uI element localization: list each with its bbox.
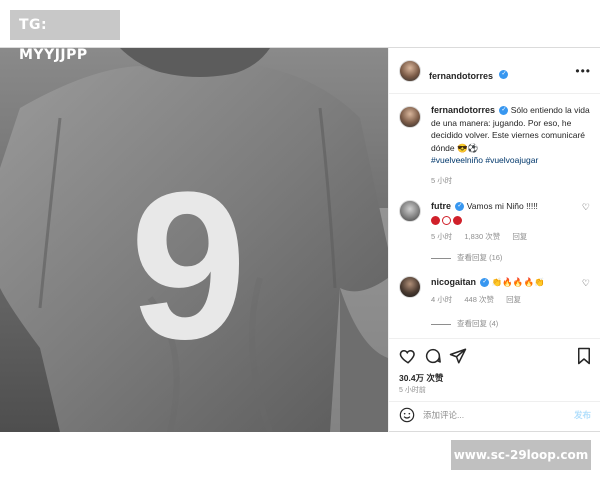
comment: nicogaitan ✓ 👏🔥🔥🔥👏 ♡ 4 小时 448 次赞 回复 查看回复… xyxy=(399,274,594,334)
caption-text: fernandotorres ✓ Sólo entiendo la vida d… xyxy=(431,104,591,187)
post-time: 5 小时前 xyxy=(399,387,426,394)
view-replies-button[interactable]: 查看回复 (16) xyxy=(431,252,502,263)
comment-emojis xyxy=(431,214,571,226)
watermark-top: TG: MYYJJPP xyxy=(10,10,120,63)
more-horizontal-icon[interactable]: ••• xyxy=(575,64,591,78)
verified-badge-icon: ✓ xyxy=(480,278,490,288)
share-icon[interactable] xyxy=(449,347,467,365)
caption-username[interactable]: fernandotorres xyxy=(431,105,495,115)
comment-username[interactable]: nicogaitan xyxy=(431,277,476,287)
comment-username[interactable]: futre xyxy=(431,201,451,211)
bookmark-icon[interactable] xyxy=(575,347,593,365)
likes-count[interactable]: 30.4万 次赞 xyxy=(399,372,443,384)
author-username[interactable]: fernandotorres xyxy=(429,71,493,81)
add-comment-bar: 添加评论... 发布 xyxy=(389,401,600,427)
post-header: fernandotorres ✓ ••• xyxy=(389,48,600,94)
post-comment-button[interactable]: 发布 xyxy=(574,409,591,421)
reply-button[interactable]: 回复 xyxy=(506,295,521,304)
comment-likes[interactable]: 448 次赞 xyxy=(464,295,494,304)
comment-meta: 4 小时 448 次赞 回复 xyxy=(431,294,531,305)
post-actions: 30.4万 次赞 5 小时前 添加评论... 发布 xyxy=(389,338,600,428)
comment-meta: 5 小时 1,830 次赞 回复 xyxy=(431,231,537,242)
comment-body: Vamos mi Niño !!!!! xyxy=(466,201,538,211)
verified-badge-icon: ✓ xyxy=(455,202,465,212)
commenter-avatar[interactable] xyxy=(399,200,421,222)
post-side-panel: fernandotorres ✓ ••• fernandotorres ✓ Só… xyxy=(388,48,600,432)
caption-emojis: 😎⚽ xyxy=(457,142,479,153)
comment-time: 4 小时 xyxy=(431,295,453,304)
verified-badge-icon: ✓ xyxy=(499,106,509,116)
verified-badge-icon: ✓ xyxy=(499,70,509,80)
comment-likes[interactable]: 1,830 次赞 xyxy=(464,232,500,241)
comment-text: futre ✓ Vamos mi Niño !!!!! xyxy=(431,200,571,226)
comment: futre ✓ Vamos mi Niño !!!!! ♡ 5 小时 1,830… xyxy=(399,198,594,268)
view-replies-button[interactable]: 查看回复 (4) xyxy=(431,318,498,329)
watermark-bottom: www.sc-29loop.com xyxy=(451,440,591,470)
jersey-photo-art: 9 xyxy=(0,48,388,432)
commenter-avatar[interactable] xyxy=(399,276,421,298)
caption-hashtags[interactable]: #vuelveelniño #vuelvoajugar xyxy=(431,155,538,165)
comment-emojis: 👏🔥🔥🔥👏 xyxy=(491,277,545,287)
heart-icon[interactable] xyxy=(399,347,417,365)
comment-time: 5 小时 xyxy=(431,232,453,241)
jersey-number: 9 xyxy=(130,148,247,383)
instagram-post: 9 fernandotorres ✓ ••• fernandotorres ✓ … xyxy=(0,47,600,432)
smile-icon[interactable] xyxy=(399,407,415,423)
comment-input[interactable]: 添加评论... xyxy=(423,409,464,421)
comment-icon[interactable] xyxy=(424,347,442,365)
post-photo[interactable]: 9 xyxy=(0,48,388,432)
author-avatar[interactable] xyxy=(399,60,421,82)
caption-avatar[interactable] xyxy=(399,106,421,128)
comment-heart-icon[interactable]: ♡ xyxy=(582,278,590,289)
comment-heart-icon[interactable]: ♡ xyxy=(582,202,590,213)
reply-button[interactable]: 回复 xyxy=(512,232,527,241)
comment-text: nicogaitan ✓ 👏🔥🔥🔥👏 xyxy=(431,276,571,288)
caption-time: 5 小时 xyxy=(431,175,453,185)
